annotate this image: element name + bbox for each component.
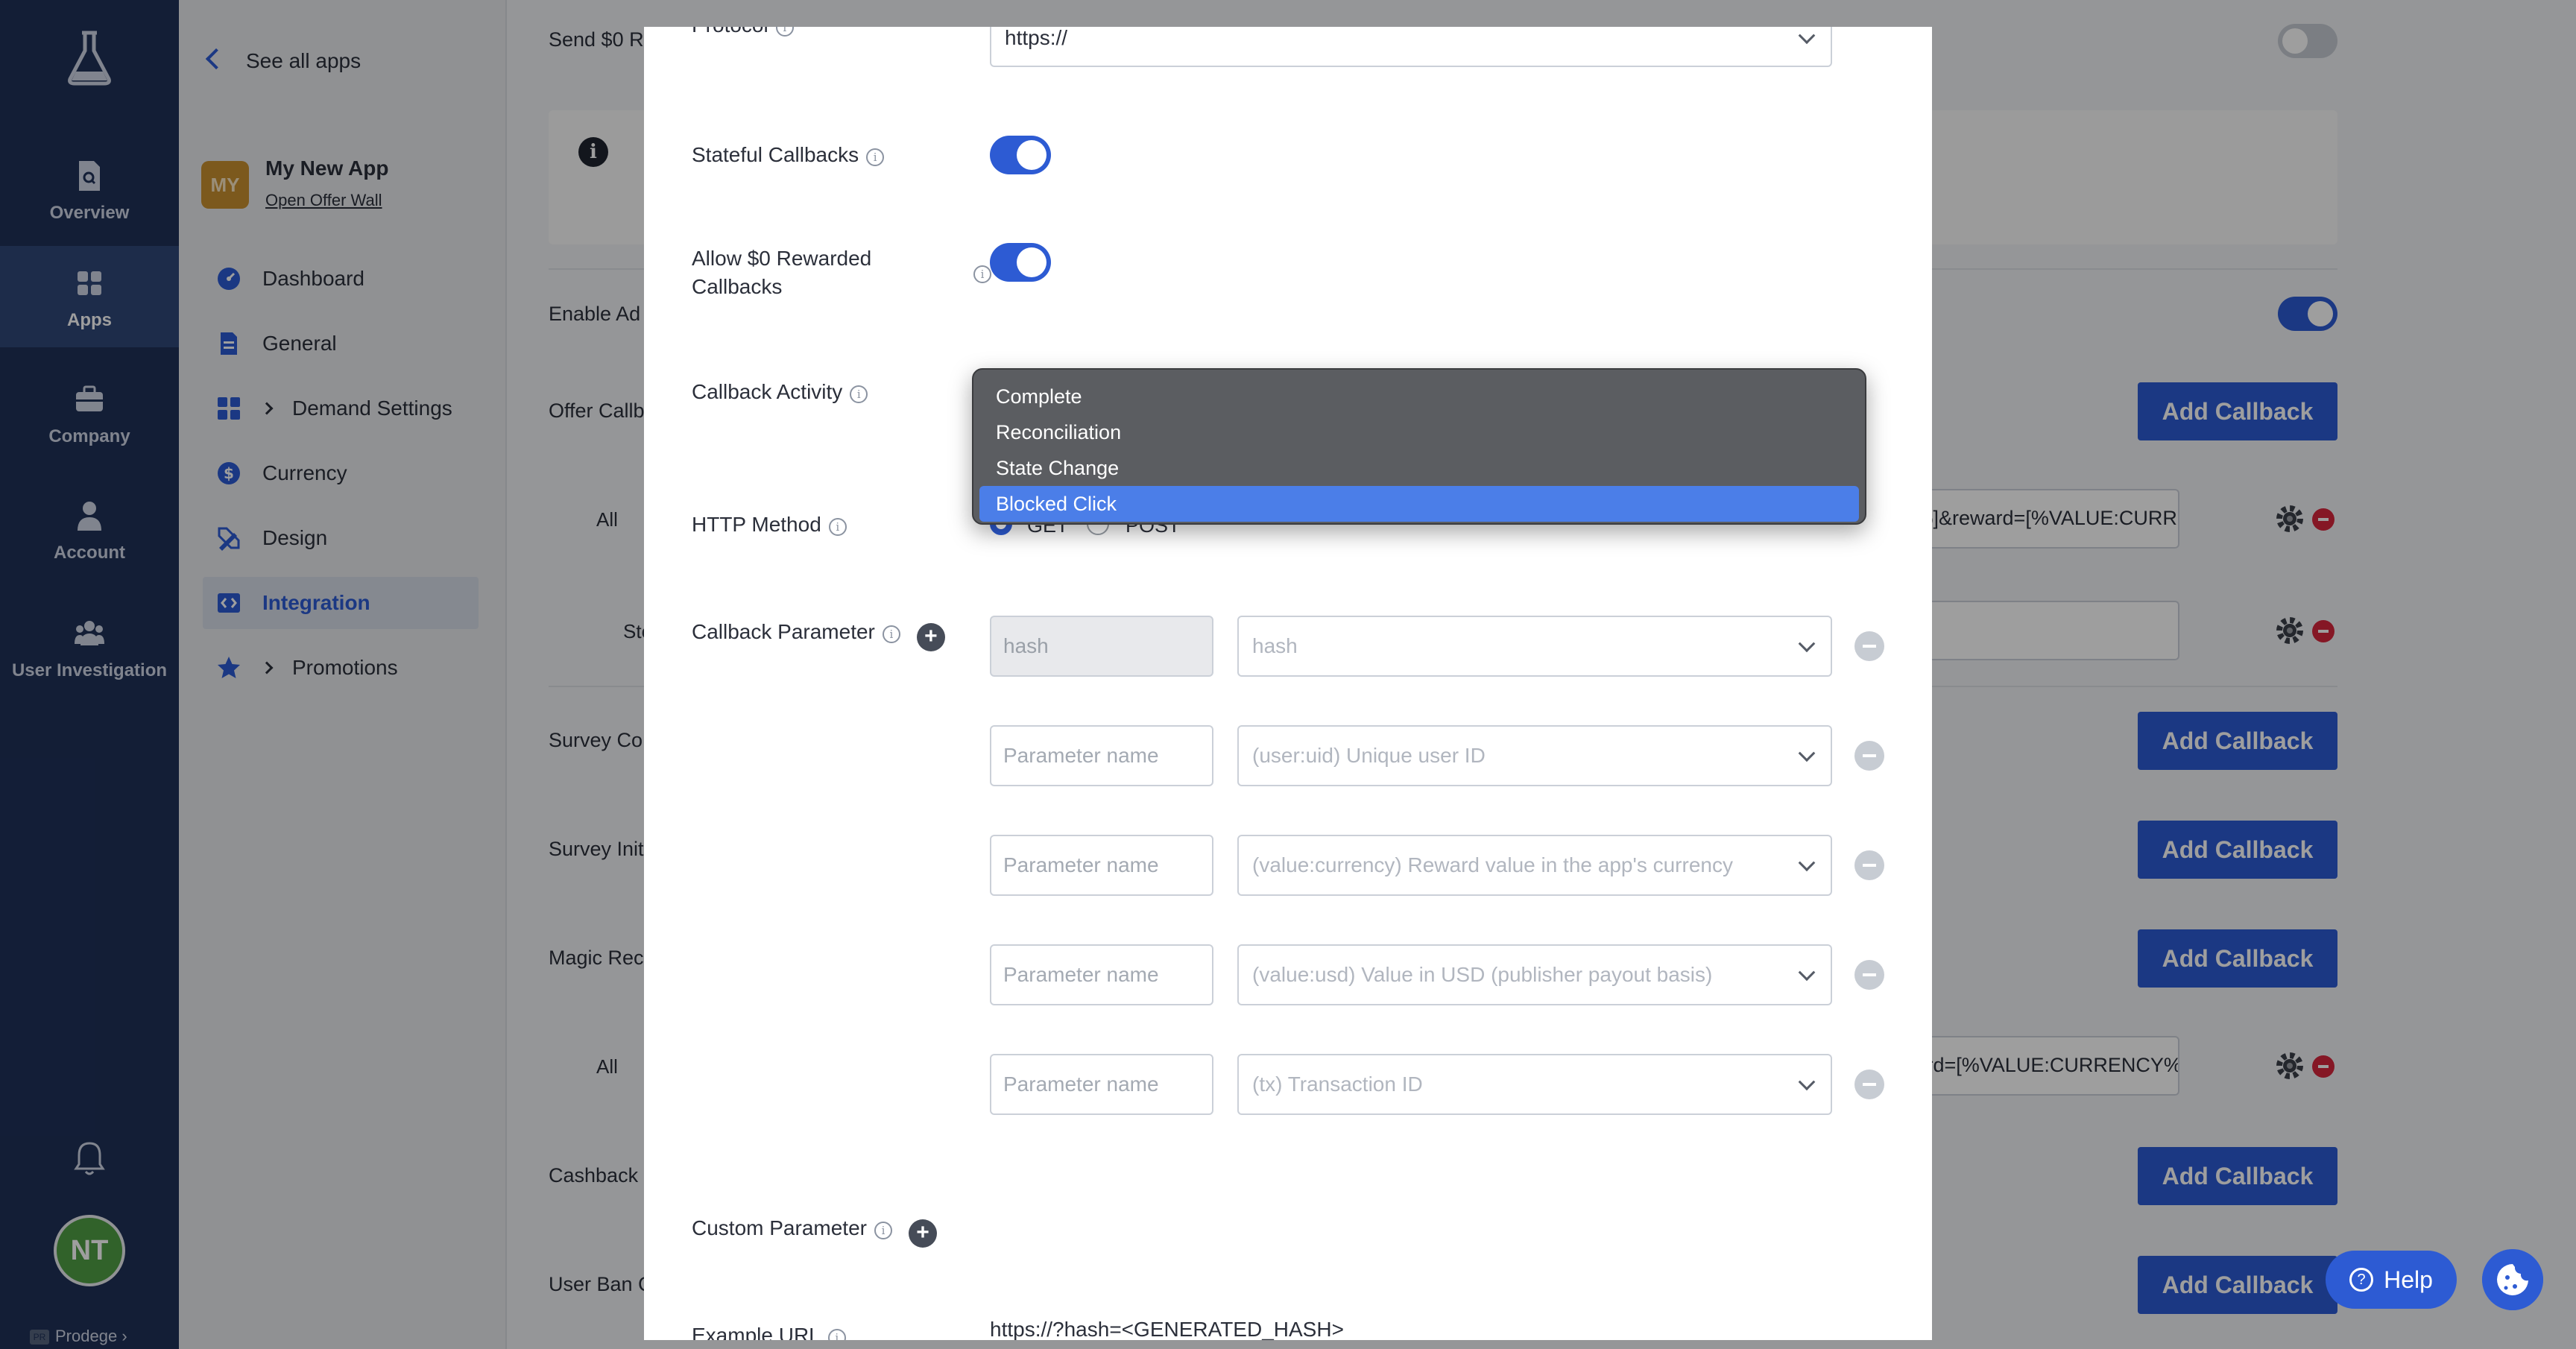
example-url-value: https://?hash=<GENERATED_HASH> bbox=[990, 1318, 1344, 1340]
protocol-value: https:// bbox=[1005, 27, 1068, 49]
chevron-down-icon bbox=[1798, 964, 1816, 982]
info-icon[interactable]: i bbox=[828, 518, 847, 536]
parameter-value-select[interactable]: (value:usd) Value in USD (publisher payo… bbox=[1237, 944, 1832, 1005]
parameter-value-select[interactable]: hash bbox=[1237, 616, 1832, 677]
chevron-down-icon bbox=[1798, 1073, 1816, 1091]
protocol-select[interactable]: https:// bbox=[990, 27, 1832, 67]
example-url-label: Example URL i bbox=[692, 1324, 846, 1340]
help-label: Help bbox=[2384, 1266, 2433, 1293]
remove-parameter-icon[interactable] bbox=[1854, 741, 1884, 771]
info-icon[interactable]: i bbox=[827, 1329, 846, 1340]
remove-parameter-icon[interactable] bbox=[1854, 960, 1884, 990]
dropdown-option-blocked-click[interactable]: Blocked Click bbox=[979, 486, 1859, 522]
allow-zero-rewarded-label: Allow $0 Rewarded Callbacks bbox=[692, 247, 872, 298]
info-icon[interactable]: i bbox=[850, 385, 868, 403]
add-parameter-plus-icon[interactable]: + bbox=[916, 623, 945, 651]
help-button[interactable]: ? Help bbox=[2326, 1251, 2457, 1309]
protocol-label: Protocol i bbox=[692, 27, 794, 37]
callback-activity-label: Callback Activity i bbox=[692, 380, 868, 404]
parameter-value-select[interactable]: (value:currency) Reward value in the app… bbox=[1237, 835, 1832, 896]
http-method-label-text: HTTP Method bbox=[692, 513, 821, 536]
info-icon[interactable]: i bbox=[973, 265, 991, 283]
parameter-value-select[interactable]: (user:uid) Unique user ID bbox=[1237, 725, 1832, 786]
remove-parameter-icon[interactable] bbox=[1854, 850, 1884, 880]
custom-parameter-label-text: Custom Parameter bbox=[692, 1216, 867, 1239]
add-custom-parameter-plus-icon[interactable]: + bbox=[908, 1219, 937, 1248]
parameter-value: (tx) Transaction ID bbox=[1252, 1072, 1423, 1096]
cookie-icon[interactable] bbox=[2482, 1249, 2543, 1310]
chevron-down-icon bbox=[1798, 27, 1816, 45]
callback-parameter-label: Callback Parameter i + bbox=[692, 620, 945, 651]
parameter-name-input[interactable]: Parameter name bbox=[990, 1054, 1213, 1115]
http-method-label: HTTP Method i bbox=[692, 513, 847, 537]
parameter-name-input[interactable]: Parameter name bbox=[990, 835, 1213, 896]
parameter-value: (value:currency) Reward value in the app… bbox=[1252, 853, 1733, 876]
parameter-value: (value:usd) Value in USD (publisher payo… bbox=[1252, 963, 1713, 986]
dropdown-option-state-change[interactable]: State Change bbox=[979, 450, 1859, 486]
stateful-callbacks-label: Stateful Callbacks i bbox=[692, 143, 885, 167]
parameter-value: hash bbox=[1252, 634, 1298, 657]
chevron-down-icon bbox=[1798, 854, 1816, 872]
dropdown-option-reconciliation[interactable]: Reconciliation bbox=[979, 414, 1859, 450]
info-icon[interactable]: i bbox=[874, 1222, 892, 1239]
parameter-value-select[interactable]: (tx) Transaction ID bbox=[1237, 1054, 1832, 1115]
info-icon[interactable]: i bbox=[882, 625, 900, 643]
stateful-label-text: Stateful Callbacks bbox=[692, 143, 859, 166]
question-icon: ? bbox=[2349, 1268, 2374, 1292]
info-icon[interactable]: i bbox=[775, 27, 794, 37]
allow-zero-rewarded-toggle[interactable] bbox=[990, 243, 1051, 282]
dropdown-option-complete[interactable]: Complete bbox=[979, 379, 1859, 414]
chevron-down-icon bbox=[1798, 635, 1816, 653]
parameter-name-input[interactable]: hash bbox=[990, 616, 1213, 677]
remove-parameter-icon[interactable] bbox=[1854, 1070, 1884, 1099]
callback-settings-modal: Protocol i https:// Stateful Callbacks i A… bbox=[644, 27, 1932, 1340]
callback-activity-label-text: Callback Activity bbox=[692, 380, 843, 403]
chevron-down-icon bbox=[1798, 745, 1816, 762]
info-icon[interactable]: i bbox=[866, 148, 885, 166]
custom-parameter-label: Custom Parameter i + bbox=[692, 1216, 937, 1248]
parameter-value: (user:uid) Unique user ID bbox=[1252, 744, 1486, 767]
parameter-name-input[interactable]: Parameter name bbox=[990, 725, 1213, 786]
protocol-label-text: Protocol bbox=[692, 27, 768, 37]
remove-parameter-icon[interactable] bbox=[1854, 631, 1884, 661]
parameter-name-input[interactable]: Parameter name bbox=[990, 944, 1213, 1005]
callback-activity-dropdown: Complete Reconciliation State Change Blo… bbox=[972, 368, 1866, 525]
example-url-label-text: Example URL bbox=[692, 1324, 821, 1340]
stateful-callbacks-toggle[interactable] bbox=[990, 136, 1051, 174]
callback-parameter-label-text: Callback Parameter bbox=[692, 620, 875, 643]
